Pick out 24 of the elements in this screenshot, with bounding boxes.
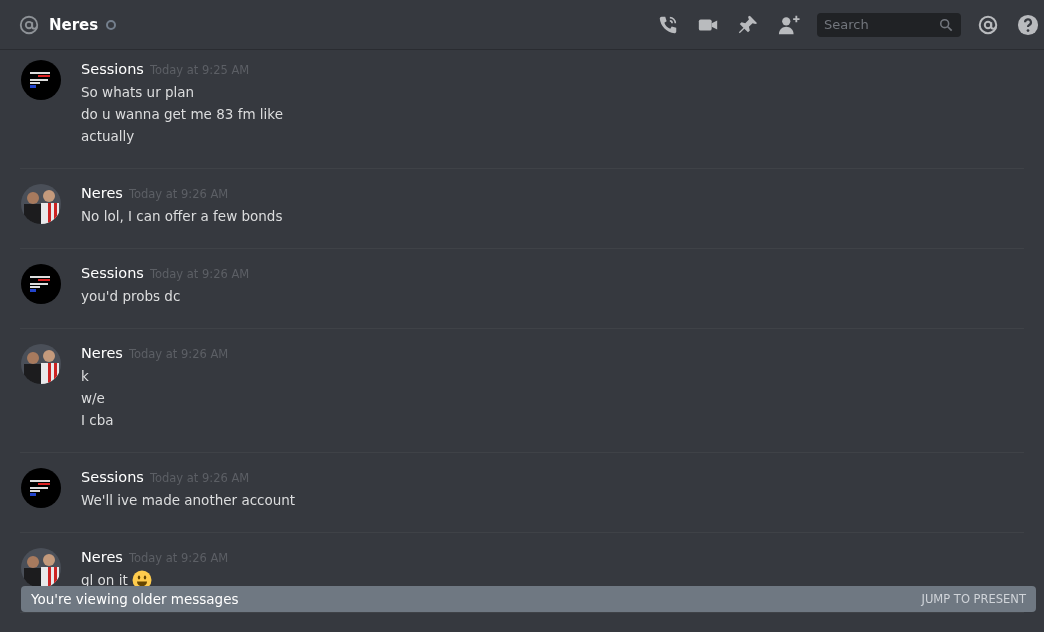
search-icon [939, 17, 953, 32]
message-text: No lol, I can offer a few bonds [81, 207, 283, 226]
message-text: do u wanna get me 83 fm like [81, 105, 283, 124]
at-sign-icon [18, 13, 40, 36]
author-name[interactable]: Neres [81, 549, 123, 565]
mentions-icon[interactable] [977, 13, 999, 36]
add-friend-icon[interactable] [777, 13, 801, 36]
message-text: So whats ur plan [81, 83, 195, 102]
author-name[interactable]: Sessions [81, 469, 144, 485]
pin-icon[interactable] [737, 13, 759, 36]
channel-title: Neres [49, 15, 99, 34]
search-field[interactable]: Search [817, 12, 961, 37]
message-text: w/e [81, 389, 105, 408]
author-name[interactable]: Sessions [81, 61, 144, 77]
help-icon[interactable] [1017, 13, 1039, 36]
message-text: I cba [81, 411, 114, 430]
message-text: We'll ive made another account [81, 491, 296, 510]
message-text: k [81, 367, 89, 386]
banner-text: You're viewing older messages [31, 591, 239, 607]
author-name[interactable]: Neres [81, 185, 123, 201]
author-name[interactable]: Sessions [81, 265, 144, 281]
message-text: you'd probs dc [81, 287, 181, 306]
author-name[interactable]: Neres [81, 345, 123, 361]
message-text: actually [81, 127, 135, 146]
